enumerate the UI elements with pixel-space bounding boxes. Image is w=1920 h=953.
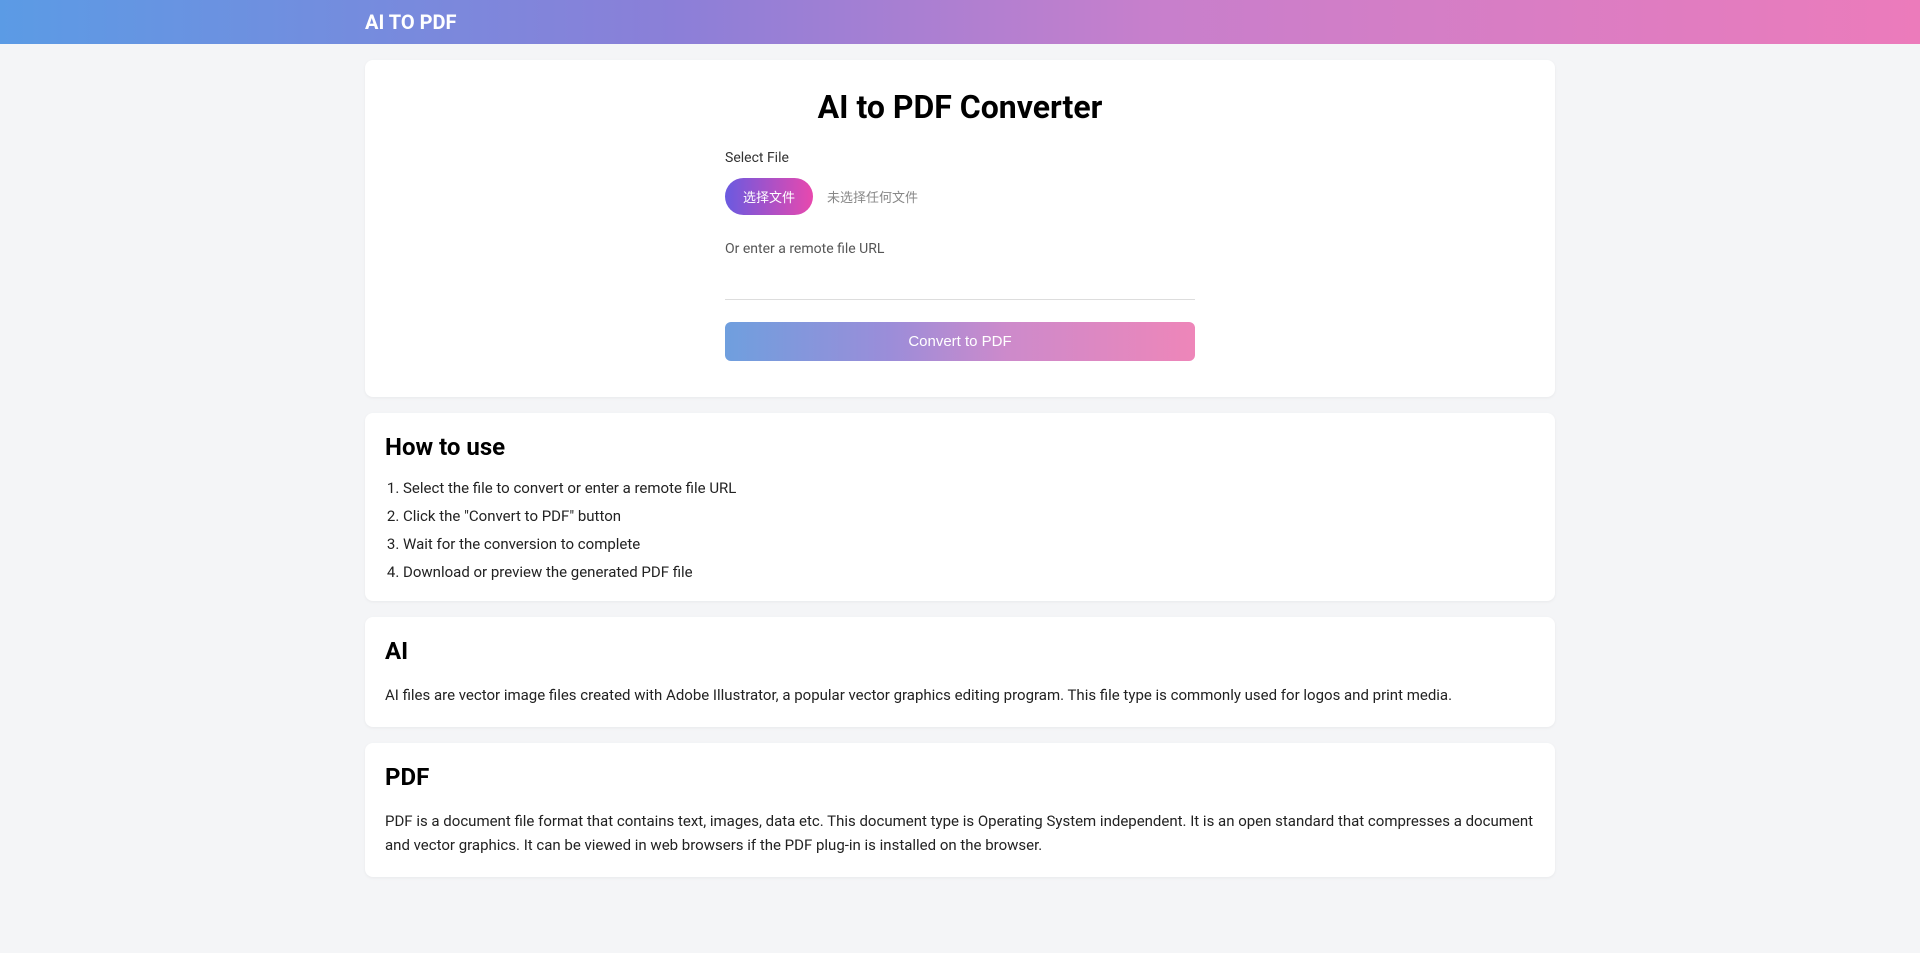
pdf-info-card: PDF PDF is a document file format that c…	[365, 743, 1555, 877]
remote-url-label: Or enter a remote file URL	[725, 241, 1195, 257]
brand-logo: AI TO PDF	[365, 10, 456, 34]
choose-file-button[interactable]: 选择文件	[725, 178, 813, 215]
ai-info-card: AI AI files are vector image files creat…	[365, 617, 1555, 727]
howto-step: Click the "Convert to PDF" button	[403, 507, 1535, 525]
howto-title: How to use	[385, 433, 1535, 461]
howto-card: How to use Select the file to convert or…	[365, 413, 1555, 601]
file-input-row: 选择文件 未选择任何文件	[725, 178, 1195, 215]
convert-button[interactable]: Convert to PDF	[725, 322, 1195, 361]
howto-step: Wait for the conversion to complete	[403, 535, 1535, 553]
pdf-info-desc: PDF is a document file format that conta…	[385, 809, 1535, 857]
ai-info-desc: AI files are vector image files created …	[385, 683, 1535, 707]
remote-url-input[interactable]	[725, 267, 1195, 300]
page-title: AI to PDF Converter	[385, 88, 1535, 126]
pdf-info-title: PDF	[385, 763, 1535, 791]
file-status-text: 未选择任何文件	[827, 187, 918, 206]
howto-steps: Select the file to convert or enter a re…	[385, 479, 1535, 581]
header-bar: AI TO PDF	[0, 0, 1920, 44]
howto-step: Select the file to convert or enter a re…	[403, 479, 1535, 497]
converter-form: Select File 选择文件 未选择任何文件 Or enter a remo…	[725, 150, 1195, 361]
ai-info-title: AI	[385, 637, 1535, 665]
select-file-label: Select File	[725, 150, 1195, 166]
howto-step: Download or preview the generated PDF fi…	[403, 563, 1535, 581]
converter-card: AI to PDF Converter Select File 选择文件 未选择…	[365, 60, 1555, 397]
